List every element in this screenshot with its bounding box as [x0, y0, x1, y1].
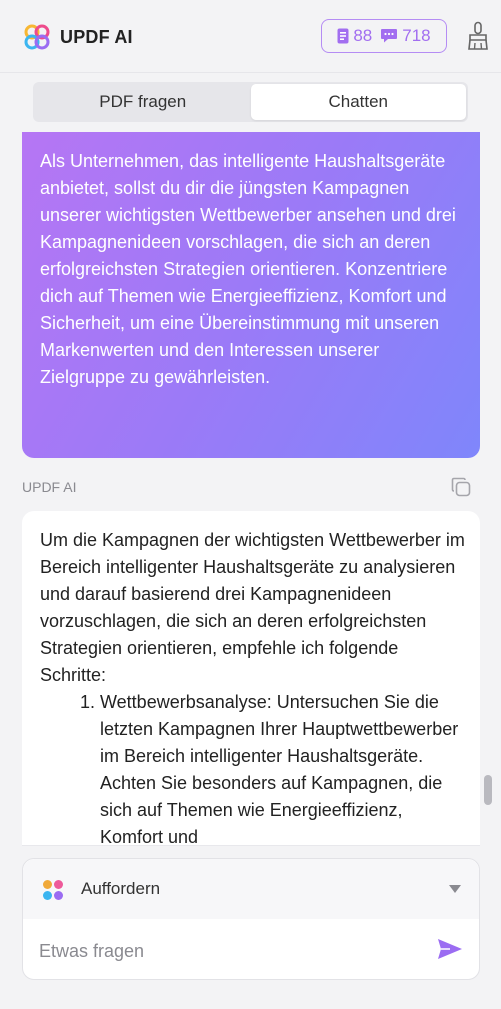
- document-icon: [337, 28, 349, 44]
- chat-bubble-icon: [381, 29, 398, 43]
- ai-steps-list: Wettbewerbsanalyse: Untersuchen Sie die …: [40, 689, 466, 845]
- chevron-down-icon[interactable]: [449, 885, 461, 893]
- ai-message: Um die Kampagnen der wichtigsten Wettbew…: [22, 511, 480, 845]
- chat-scrollbar[interactable]: [484, 775, 492, 805]
- prompt-mode-label: Auffordern: [81, 879, 161, 898]
- brush-icon[interactable]: [467, 21, 489, 51]
- ai-message-intro: Um die Kampagnen der wichtigsten Wettbew…: [40, 530, 465, 685]
- divider: [22, 845, 480, 846]
- chat-credits: 718: [380, 26, 431, 46]
- document-credits-count: 88: [353, 26, 373, 45]
- document-credits: 88: [337, 26, 372, 46]
- header: UPDF AI 88 718: [0, 0, 501, 73]
- copy-icon[interactable]: [450, 476, 472, 498]
- updf-logo-icon: [24, 24, 50, 50]
- updf-ai-panel: UPDF AI 88 718 PDF fragen Chatten Als Un…: [0, 0, 501, 1009]
- prompt-apps-icon: [43, 880, 63, 900]
- credits-badge[interactable]: 88 718: [321, 19, 447, 53]
- app-title: UPDF AI: [60, 27, 133, 47]
- ai-sender-label: UPDF AI: [22, 479, 77, 495]
- ask-input[interactable]: [37, 933, 421, 969]
- tab-chatten[interactable]: Chatten: [250, 84, 466, 120]
- chat-credits-count: 718: [402, 26, 431, 45]
- send-icon[interactable]: [437, 938, 463, 960]
- composer: Auffordern: [22, 858, 480, 980]
- user-message: Als Unternehmen, das intelligente Hausha…: [22, 132, 480, 458]
- tab-pdf-fragen[interactable]: PDF fragen: [35, 84, 251, 120]
- chat-area[interactable]: Als Unternehmen, das intelligente Hausha…: [0, 130, 501, 845]
- ai-step-item: Wettbewerbsanalyse: Untersuchen Sie die …: [100, 689, 466, 845]
- prompt-mode-selector[interactable]: Auffordern: [23, 859, 479, 919]
- mode-tabs: PDF fragen Chatten: [33, 82, 468, 122]
